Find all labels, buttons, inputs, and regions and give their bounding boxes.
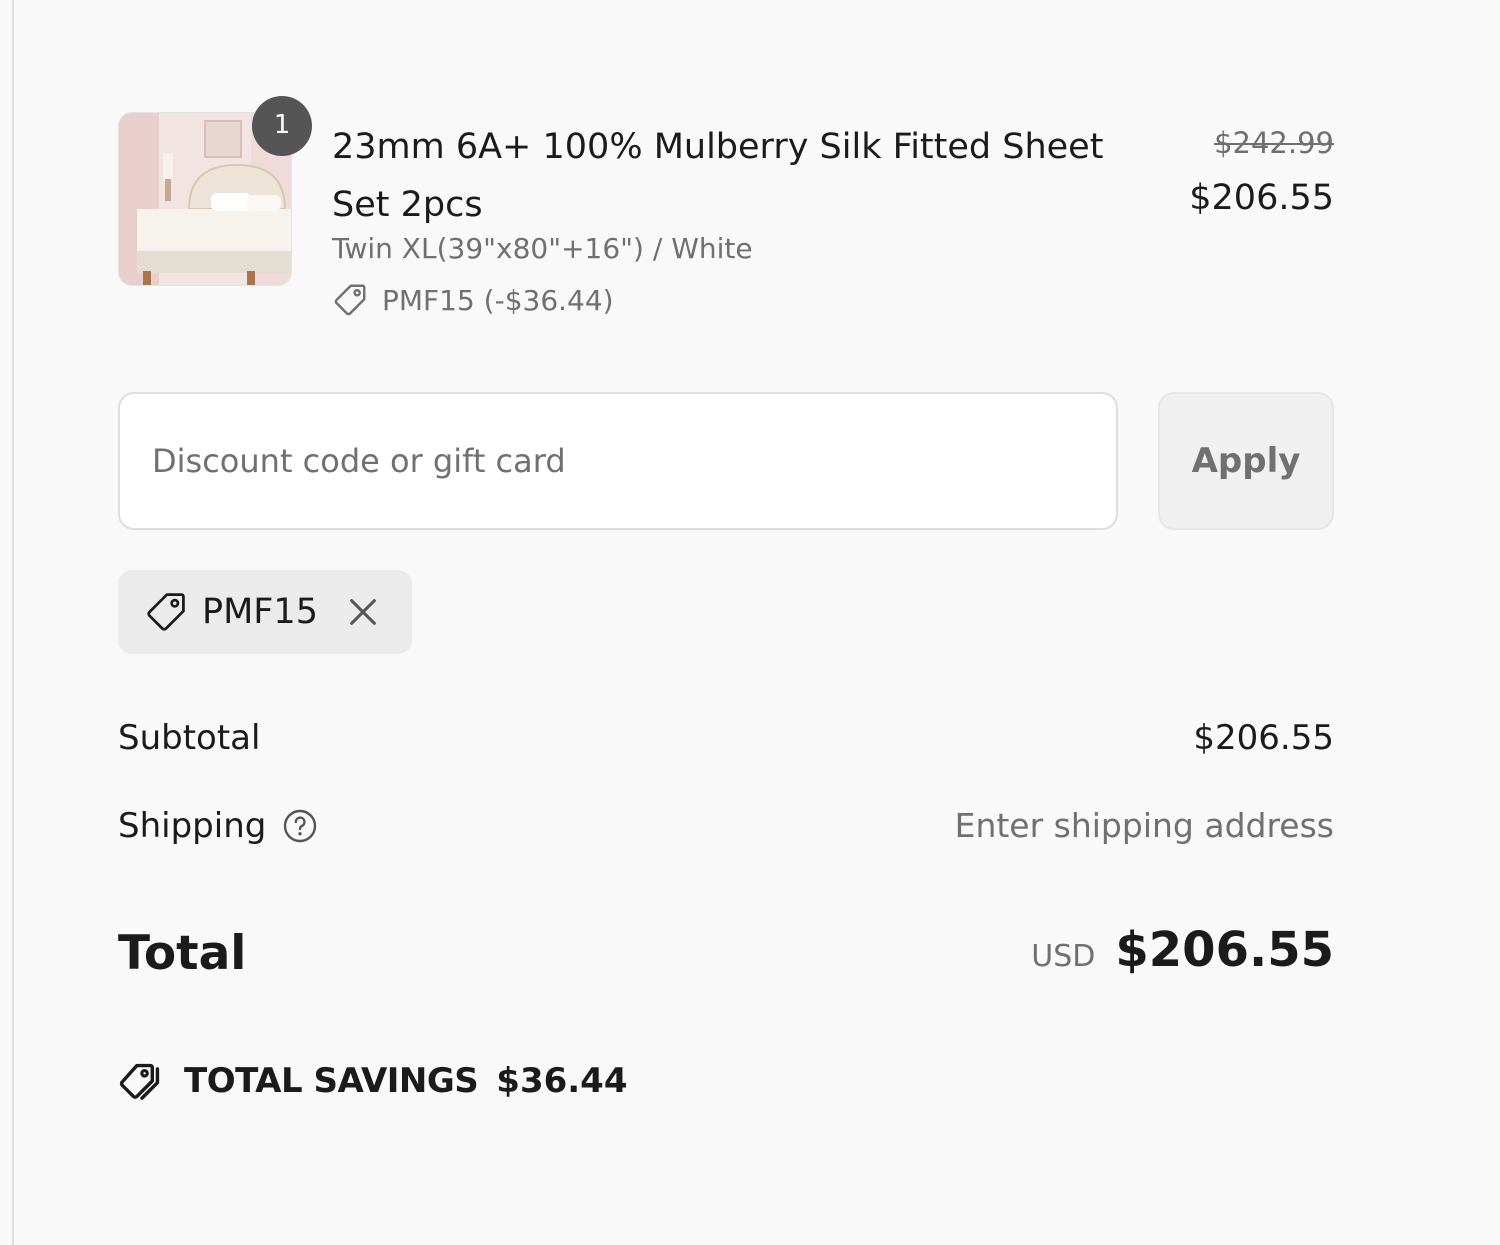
order-summary: 1 23mm 6A+ 100% Mulberry Silk Fitted She…: [118, 0, 1334, 1245]
total-amount: $206.55: [1115, 922, 1334, 978]
tags-icon: [119, 1063, 160, 1100]
currency-code: USD: [1031, 939, 1096, 974]
panel-divider: [12, 0, 14, 1245]
applied-discount-code: PMF15: [202, 592, 318, 632]
shipping-label-wrap: Shipping: [118, 806, 318, 846]
discount-field-wrap: [118, 392, 1118, 530]
tag-icon: [147, 593, 185, 631]
line-item-discount: PMF15 (-$36.44): [332, 280, 614, 320]
apply-button[interactable]: Apply: [1158, 392, 1334, 530]
subtotal-label: Subtotal: [118, 718, 261, 758]
line-item-price: $206.55: [1189, 178, 1334, 218]
line-item: 1 23mm 6A+ 100% Mulberry Silk Fitted She…: [118, 96, 1334, 332]
subtotal-value: $206.55: [1193, 718, 1334, 758]
total-row: Total USD $206.55: [118, 922, 1334, 992]
question-circle-icon[interactable]: [282, 808, 318, 844]
close-icon[interactable]: [346, 595, 380, 629]
tag-icon: [334, 284, 366, 316]
subtotal-row: Subtotal $206.55: [118, 718, 1334, 768]
product-title: 23mm 6A+ 100% Mulberry Silk Fitted Sheet…: [332, 127, 1104, 225]
total-value-wrap: USD $206.55: [1031, 922, 1334, 978]
line-item-discount-text: PMF15 (-$36.44): [382, 283, 614, 317]
discount-code-input[interactable]: [120, 394, 1116, 528]
shipping-label: Shipping: [118, 806, 267, 846]
original-price: $242.99: [1214, 126, 1334, 160]
shipping-value: Enter shipping address: [954, 806, 1334, 845]
total-savings-amount: $36.44: [496, 1061, 628, 1101]
applied-discount-chip: PMF15: [118, 570, 412, 654]
total-label: Total: [118, 926, 247, 981]
product-thumbnail-wrap: 1: [118, 96, 312, 286]
product-variant: Twin XL(39"x80"+16") / White: [332, 232, 753, 265]
total-savings-label: TOTAL SAVINGS: [184, 1061, 479, 1101]
total-savings: TOTAL SAVINGS $36.44: [118, 1054, 627, 1108]
shipping-row: Shipping Enter shipping address: [118, 806, 1334, 856]
quantity-badge: 1: [252, 96, 312, 156]
